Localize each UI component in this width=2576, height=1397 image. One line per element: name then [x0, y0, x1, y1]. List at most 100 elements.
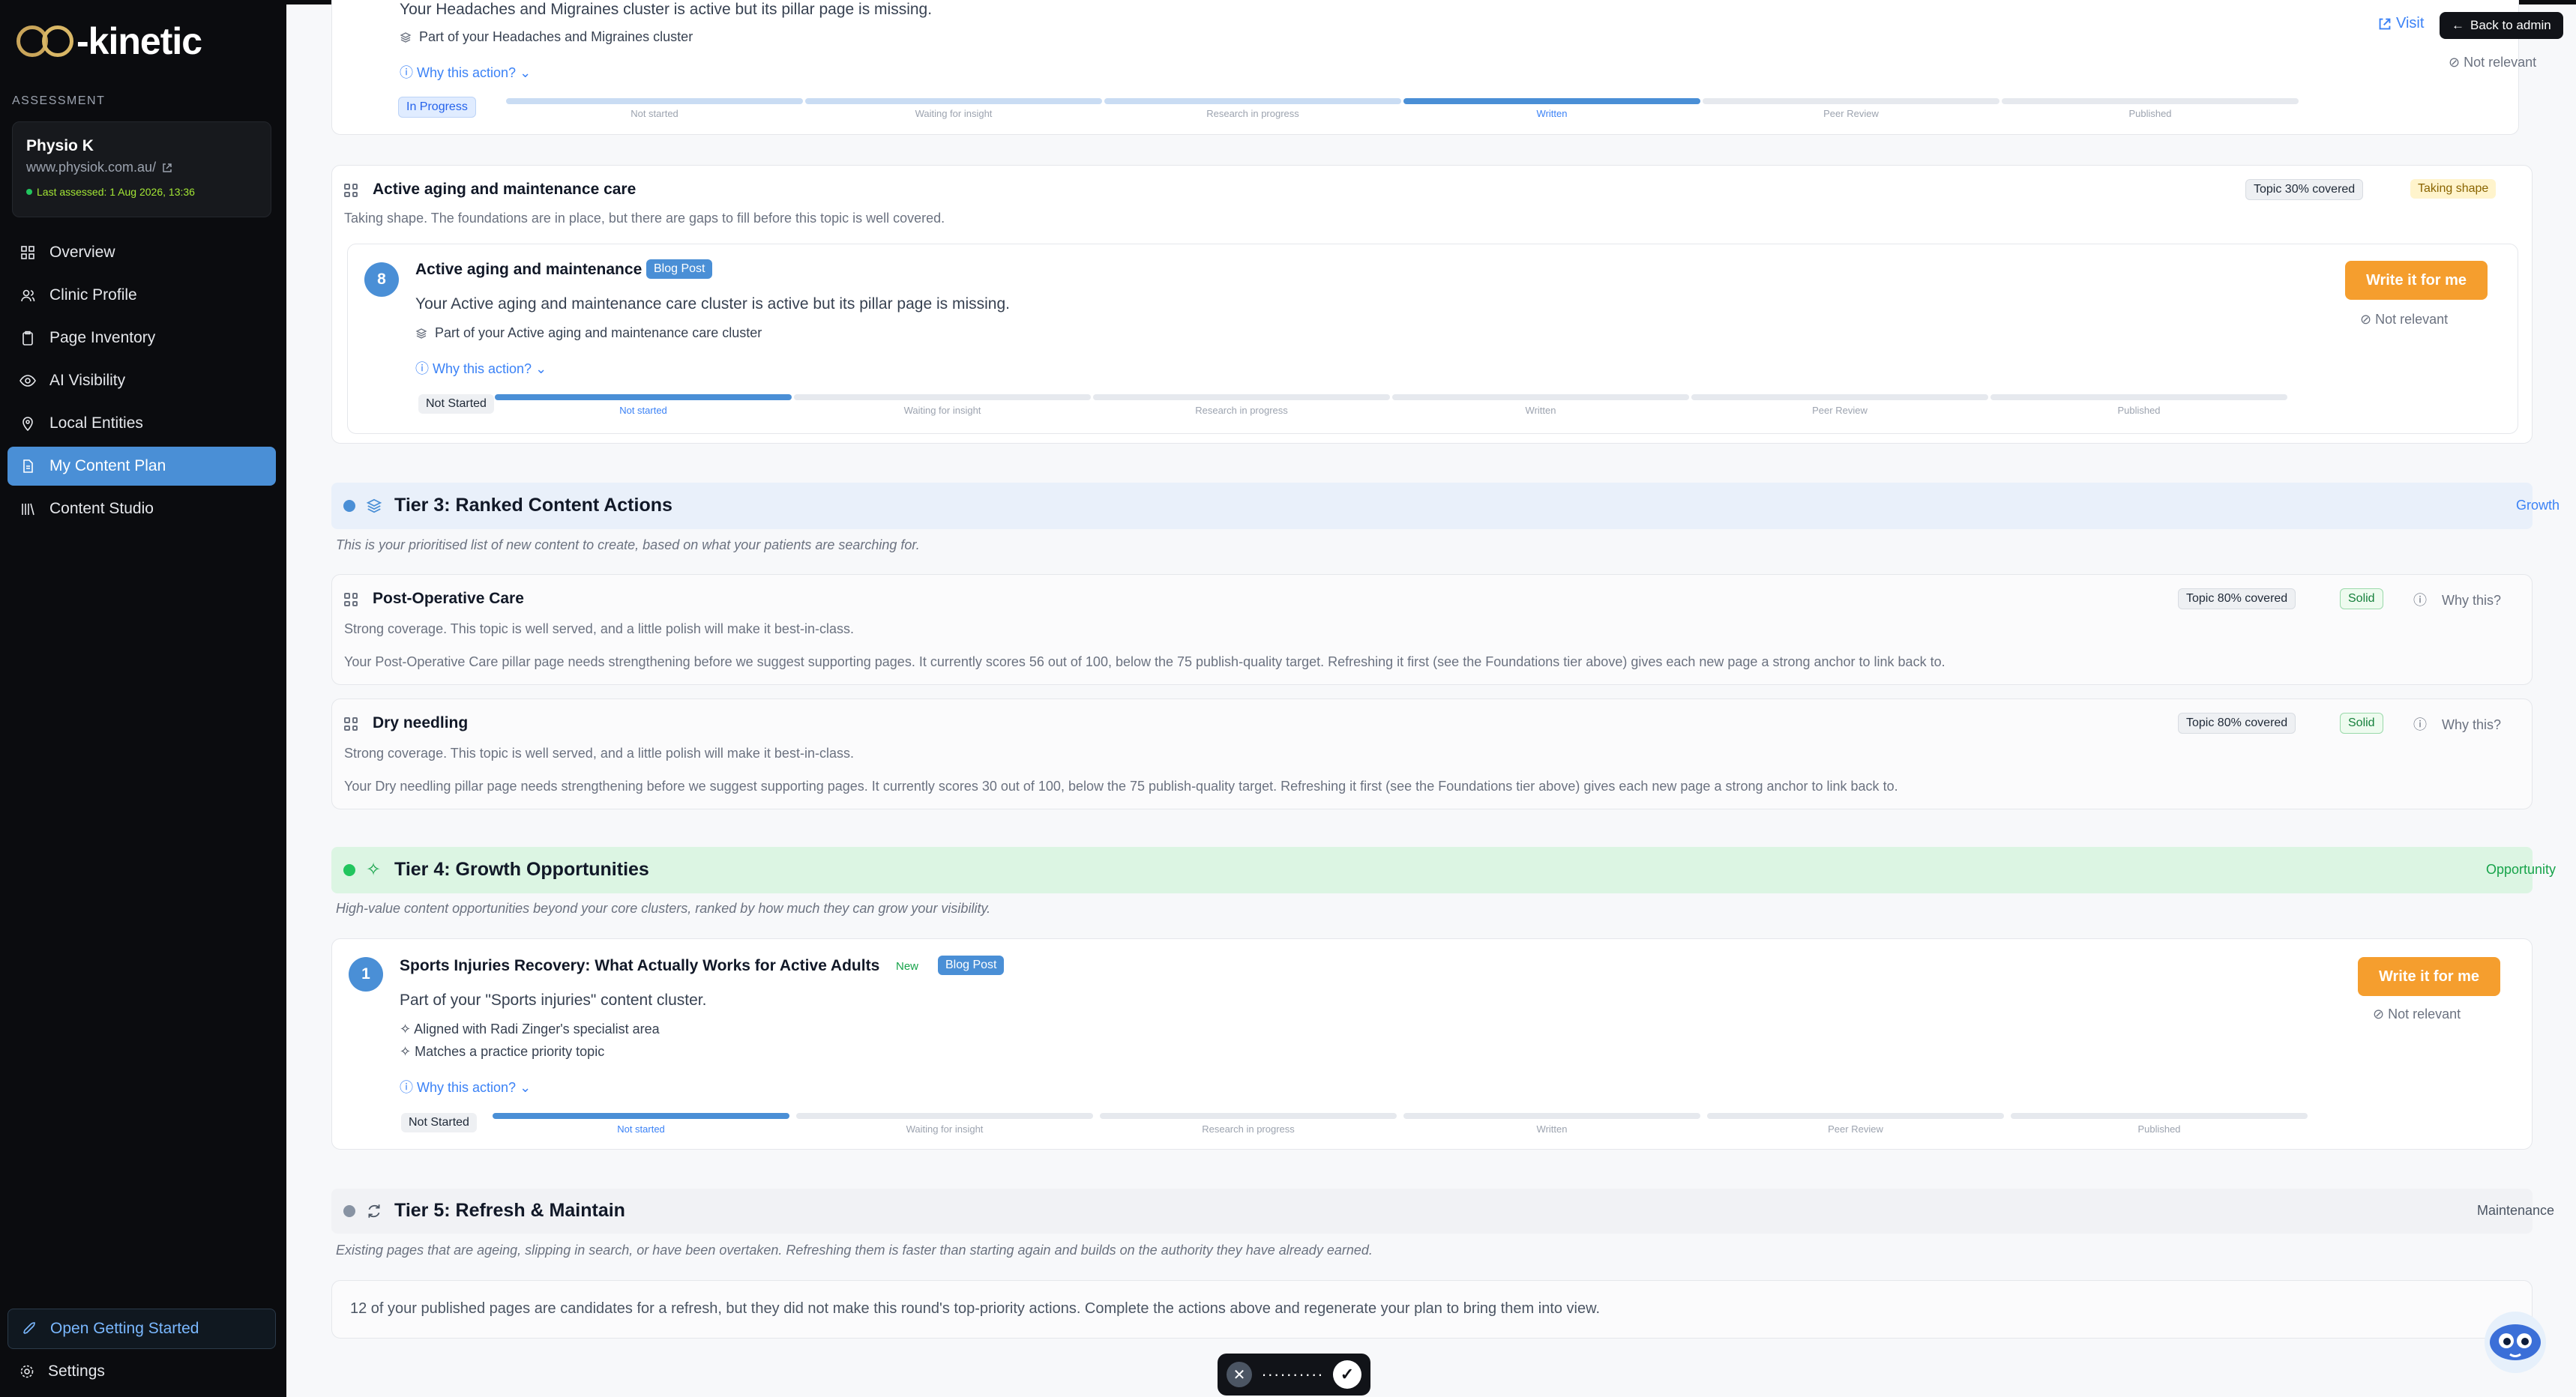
- topic-description: Taking shape. The foundations are in pla…: [344, 211, 945, 226]
- sidebar-item-content-studio[interactable]: Content Studio: [7, 489, 276, 528]
- sidebar-item-label: Local Entities: [49, 414, 143, 432]
- not-relevant-button[interactable]: ⊘ Not relevant: [2373, 1007, 2461, 1022]
- step-label: Peer Review: [1812, 405, 1868, 416]
- not-relevant-button[interactable]: ⊘ Not relevant: [2360, 312, 2448, 328]
- refresh-note-card: 12 of your published pages are candidate…: [331, 1280, 2533, 1339]
- open-getting-started-button[interactable]: Open Getting Started: [7, 1309, 276, 1349]
- step-label: Not started: [617, 1123, 665, 1135]
- why-this-button[interactable]: ⓘ Why this?: [2413, 590, 2501, 609]
- action-card-sports-injuries: 1 Sports Injuries Recovery: What Actuall…: [331, 938, 2533, 1150]
- action-line: Part of your "Sports injuries" content c…: [400, 992, 707, 1009]
- layers-icon: [400, 31, 412, 43]
- status-dot-icon: [26, 189, 32, 195]
- visit-label: Visit: [2396, 15, 2425, 31]
- step-label: Waiting for insight: [915, 108, 993, 119]
- tier-tag: Opportunity: [2486, 862, 2557, 877]
- action-title: Sports Injuries Recovery: What Actually …: [400, 957, 880, 974]
- sidebar-item-settings[interactable]: Settings: [19, 1363, 105, 1381]
- sidebar-item-label: Content Studio: [49, 500, 154, 517]
- sidebar-item-my-content-plan[interactable]: My Content Plan: [7, 447, 276, 486]
- layers-icon: [366, 498, 382, 513]
- why-this-action-toggle[interactable]: ⓘ Why this action? ⌄: [415, 358, 547, 378]
- write-it-for-me-button[interactable]: Write it for me: [2345, 261, 2488, 300]
- action-rank: 1: [349, 957, 383, 992]
- refresh-icon: [368, 1204, 380, 1218]
- sidebar-item-label: Page Inventory: [49, 329, 156, 346]
- step-label: Published: [2128, 108, 2172, 119]
- not-relevant-label: Not relevant: [2464, 55, 2537, 70]
- sidebar: -kinetic ASSESSMENT Physio K www.physiok…: [0, 0, 286, 1397]
- why-label: Why this action?: [417, 65, 517, 80]
- x-circle-icon: ⊘: [2449, 55, 2464, 70]
- sidebar-item-ai-visibility[interactable]: AI Visibility: [7, 361, 276, 400]
- sidebar-item-page-inventory[interactable]: Page Inventory: [7, 319, 276, 357]
- progress-step-4: [1392, 394, 1689, 400]
- step-label: Research in progress: [1202, 1123, 1295, 1135]
- step-label: Published: [2117, 405, 2161, 416]
- document-icon: [19, 458, 36, 474]
- check-icon[interactable]: ✓: [1332, 1360, 1361, 1389]
- arrow-left-icon: ←: [2452, 18, 2464, 32]
- write-it-for-me-button[interactable]: Write it for me: [2358, 957, 2500, 996]
- close-icon[interactable]: ✕: [1227, 1362, 1252, 1387]
- brand-logo[interactable]: -kinetic: [16, 19, 202, 63]
- coverage-badge: Topic 30% covered: [2245, 179, 2364, 200]
- sparkle-icon: ✧: [400, 1022, 415, 1037]
- topic-summary: Strong coverage. This topic is well serv…: [344, 746, 854, 761]
- grid-icon: [19, 244, 36, 261]
- why-this-action-toggle[interactable]: ⓘ Why this action? ⌄: [400, 1077, 531, 1096]
- new-badge: New: [896, 960, 919, 973]
- why-this-button[interactable]: ⓘ Why this?: [2413, 714, 2501, 734]
- layers-icon: [415, 328, 427, 339]
- last-assessed: Last assessed: 1 Aug 2026, 13:36: [26, 186, 257, 198]
- state-badge: Taking shape: [2410, 179, 2497, 199]
- why-this-action-toggle[interactable]: ⓘ Why this action? ⌄: [400, 62, 531, 82]
- eye-icon: [19, 372, 36, 389]
- progress-step-3: [1104, 98, 1401, 104]
- visit-link[interactable]: Visit: [2378, 15, 2424, 32]
- sidebar-item-label: Clinic Profile: [49, 286, 137, 304]
- chevron-down-icon: ⌄: [516, 1080, 532, 1095]
- type-badge: Blog Post: [646, 259, 713, 279]
- step-label: Published: [2137, 1123, 2181, 1135]
- step-label: Written: [1525, 405, 1556, 416]
- tier-description: This is your prioritised list of new con…: [336, 537, 920, 552]
- clipboard-icon: [19, 330, 36, 346]
- sidebar-item-clinic-profile[interactable]: Clinic Profile: [7, 276, 276, 315]
- gear-icon: [20, 1365, 34, 1378]
- step-label: Written: [1536, 1123, 1568, 1135]
- action-card-headaches: Your Headaches and Migraines cluster is …: [331, 0, 2536, 135]
- topic-detail: Your Post-Operative Care pillar page nee…: [344, 654, 1945, 669]
- back-to-admin-button[interactable]: ← Back to admin: [2440, 12, 2563, 39]
- status-badge: Not Started: [401, 1113, 477, 1132]
- type-badge: Blog Post: [938, 956, 1005, 975]
- action-rank: 8: [364, 262, 399, 297]
- progress-step-3: [1100, 1113, 1397, 1119]
- step-label: Not started: [631, 108, 678, 119]
- not-relevant-button[interactable]: ⊘ Not relevant: [2449, 55, 2536, 70]
- clinic-url-text: www.physiok.com.au/: [26, 160, 157, 175]
- x-circle-icon: ⊘: [2373, 1007, 2389, 1022]
- cluster-text: Part of your Active aging and maintenanc…: [435, 325, 762, 340]
- users-icon: [19, 287, 36, 304]
- back-admin-label: Back to admin: [2470, 18, 2551, 32]
- cluster-reference: Part of your Headaches and Migraines clu…: [400, 29, 693, 45]
- sidebar-item-local-entities[interactable]: Local Entities: [7, 404, 276, 443]
- tier-dot-icon: [343, 864, 355, 876]
- progress-step-6: [1990, 394, 2287, 400]
- progress-step-5: [1703, 98, 1999, 104]
- clinic-url-link[interactable]: www.physiok.com.au/: [26, 160, 257, 175]
- getting-started-label: Open Getting Started: [50, 1320, 199, 1337]
- progress-step-4: [1403, 1113, 1700, 1119]
- progress-step-6: [2002, 98, 2299, 104]
- progress-step-2: [796, 1113, 1093, 1119]
- reason-text: Matches a practice priority topic: [415, 1044, 605, 1059]
- tier-title: Tier 4: Growth Opportunities: [394, 859, 649, 880]
- sidebar-item-label: Overview: [49, 244, 115, 261]
- external-link-icon: [2379, 18, 2391, 29]
- topic-title: Post-Operative Care: [373, 590, 524, 607]
- robot-face-icon: [2490, 1324, 2541, 1360]
- assistant-bot-icon[interactable]: [2485, 1312, 2546, 1373]
- topic-summary: Strong coverage. This topic is well serv…: [344, 621, 854, 636]
- sidebar-item-overview[interactable]: Overview: [7, 233, 276, 272]
